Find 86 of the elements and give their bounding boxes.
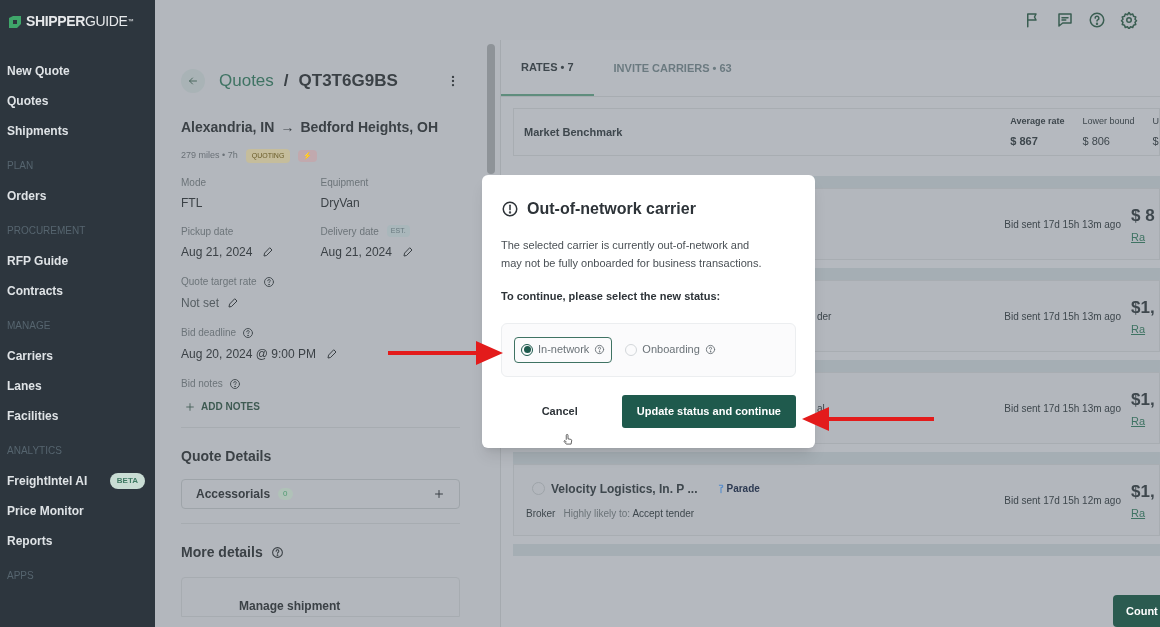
settings-icon[interactable]	[1120, 11, 1138, 29]
accessorials-panel[interactable]: Accessorials 0	[181, 479, 460, 509]
help-icon	[270, 546, 284, 559]
field-value: Aug 21, 2024	[181, 244, 253, 261]
help-icon[interactable]	[262, 275, 275, 288]
stat-value: $ 806	[1082, 133, 1111, 149]
tab[interactable]: RATES • 7	[501, 40, 594, 96]
sidebar-item[interactable]: Contracts	[7, 282, 63, 300]
field-label: Pickup date	[181, 224, 234, 239]
pencil-icon[interactable]	[325, 348, 338, 360]
section-title: More details	[181, 543, 263, 562]
field-value: DryVan	[320, 195, 360, 212]
count-badge: 0	[278, 488, 293, 500]
sidebar-item[interactable]: RFP Guide	[7, 252, 69, 270]
field-label: Bid notes	[181, 377, 223, 391]
sidebar-item[interactable]: Reports	[7, 532, 53, 550]
help-icon[interactable]	[228, 377, 241, 390]
dialog-title: Out-of-network carrier	[527, 199, 696, 219]
sidebar-item[interactable]: Carriers	[7, 347, 54, 365]
plus-icon[interactable]	[433, 488, 445, 500]
breadcrumb-separator: /	[283, 70, 289, 92]
pencil-icon[interactable]	[401, 246, 414, 258]
rate-card[interactable]: Velocity Logistics, In. P ... Parade Broker Highly likely to: Accept tender Bid sent 17d 15h 12m ago $1, Ra	[513, 464, 1160, 536]
logo-wordmark: SHIPPERGUIDE$^{™}$	[26, 12, 134, 31]
help-icon[interactable]	[1088, 11, 1106, 29]
pencil-icon[interactable]	[262, 246, 275, 258]
source-label: Parade	[726, 482, 760, 496]
stat-value: $ 867	[1010, 133, 1039, 149]
help-icon[interactable]	[242, 326, 255, 339]
alert-icon	[501, 200, 519, 218]
field-value: Aug 20, 2024 @ 9:00 PM	[181, 346, 316, 363]
sidebar-item[interactable]: FreightIntel AI	[7, 472, 88, 490]
rate-price: $1,	[1131, 389, 1156, 411]
sidebar-item[interactable]: Orders	[7, 187, 47, 205]
stat-label: Average rate	[1010, 115, 1065, 128]
sidebar-item[interactable]: Facilities	[7, 407, 59, 425]
field-label: Delivery date	[320, 224, 379, 239]
section-title: Quote Details	[181, 447, 273, 466]
sidebar-item[interactable]: New Quote	[7, 62, 70, 80]
row-text: der	[817, 309, 833, 324]
route-origin: Alexandria, IN	[181, 117, 275, 137]
add-notes-button[interactable]: ADD NOTES	[185, 399, 260, 414]
logo-icon	[7, 13, 23, 30]
bid-time: Bid sent 17d 15h 13m ago	[1004, 217, 1121, 232]
status-option[interactable]: In-network	[514, 336, 613, 363]
confirm-button[interactable]: Update status and continue	[621, 394, 796, 428]
chat-icon[interactable]	[1056, 11, 1074, 29]
cancel-button[interactable]: Cancel	[521, 395, 598, 427]
bid-time: Bid sent 17d 15h 12m ago	[1004, 493, 1121, 508]
route-arrow: →	[280, 117, 295, 137]
stat-label: U	[1152, 115, 1159, 128]
field-label: Quote target rate	[181, 275, 257, 289]
carrier-type: Broker	[526, 506, 556, 521]
sidebar-item[interactable]: Quotes	[7, 92, 49, 110]
beta-badge: BETA	[109, 473, 145, 489]
plus-icon	[185, 401, 195, 412]
stat-label: Lower bound	[1082, 115, 1135, 128]
pencil-icon[interactable]	[227, 297, 239, 309]
field-label: Equipment	[320, 175, 369, 190]
bid-time: Bid sent 17d 15h 13m ago	[1004, 401, 1121, 416]
field-label: Bid deadline	[181, 326, 237, 340]
counter-button[interactable]: Count	[1113, 595, 1160, 627]
field-value: FTL	[181, 195, 203, 212]
scrollbar[interactable]	[487, 44, 495, 174]
benchmark-title: Market Benchmark	[524, 124, 623, 140]
help-icon	[704, 344, 716, 355]
route-destination: Bedford Heights, OH	[300, 117, 439, 137]
stat-value: $	[1152, 133, 1159, 149]
rate-price: $1,	[1131, 297, 1156, 319]
card-title: Manage shipment	[239, 599, 341, 613]
help-icon	[594, 344, 606, 355]
carrier-name: Velocity Logistics, In. P ...	[551, 480, 698, 498]
back-arrow-icon	[187, 74, 199, 87]
field-label: Mode	[181, 175, 206, 190]
field-value: Aug 21, 2024	[320, 244, 392, 261]
accessorials-label: Accessorials	[196, 486, 271, 503]
rate-price: $1,	[1131, 481, 1156, 503]
sidebar-item[interactable]: Shipments	[7, 122, 69, 140]
bid-time: Bid sent 17d 15h 13m ago	[1004, 309, 1121, 324]
sidebar-item[interactable]: Price Monitor	[7, 502, 84, 520]
quote-id: QT3T6G9BS	[298, 70, 398, 92]
sidebar-item[interactable]: Lanes	[7, 377, 42, 395]
trip-summary: 279 miles • 7h	[181, 149, 238, 162]
field-value: Not set	[181, 295, 219, 312]
likely-label: Highly likely to: Accept tender	[563, 506, 695, 521]
rate-price: $ 8	[1131, 205, 1156, 227]
